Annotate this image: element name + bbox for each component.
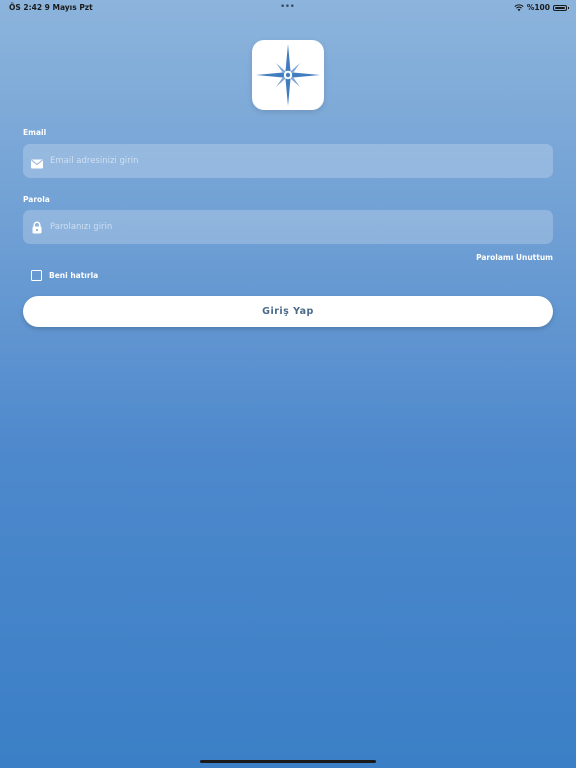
email-label: Email <box>23 128 47 137</box>
email-input[interactable] <box>50 144 545 178</box>
email-field[interactable] <box>23 144 553 178</box>
multitasking-dots[interactable]: ••• <box>280 2 295 12</box>
wifi-icon <box>514 3 524 11</box>
login-button[interactable]: Giriş Yap <box>23 296 553 327</box>
envelope-icon <box>31 154 43 173</box>
compass-star-icon <box>256 44 320 106</box>
password-input[interactable] <box>50 210 545 244</box>
remember-me-toggle[interactable]: Beni hatırla <box>31 270 98 281</box>
remember-me-checkbox[interactable] <box>31 270 42 281</box>
password-field[interactable] <box>23 210 553 244</box>
lock-icon <box>32 219 42 238</box>
status-indicators: %100 <box>514 3 569 12</box>
battery-percentage: %100 <box>526 3 550 12</box>
password-label: Parola <box>23 195 50 204</box>
home-indicator[interactable] <box>200 760 376 763</box>
app-logo <box>252 40 324 110</box>
remember-me-label: Beni hatırla <box>49 271 99 280</box>
battery-icon <box>553 4 569 11</box>
status-time-date: ÖS 2:42 9 Mayıs Pzt <box>9 3 93 12</box>
forgot-password-link[interactable]: Parolamı Unuttum <box>476 253 553 262</box>
status-bar: ÖS 2:42 9 Mayıs Pzt ••• %100 <box>0 0 576 14</box>
